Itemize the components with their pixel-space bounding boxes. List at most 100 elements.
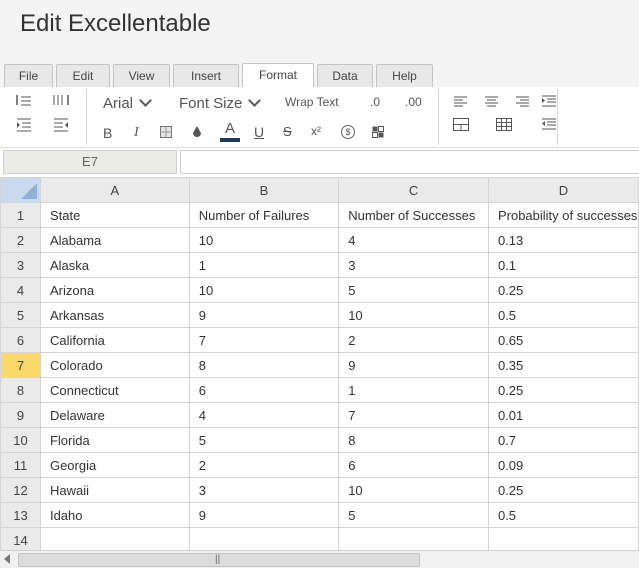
font-size-select[interactable]: Font Size [179,94,262,112]
tab-data[interactable]: Data [317,64,373,87]
table-cell[interactable]: 7 [338,402,489,428]
table-cell[interactable]: 0.7 [487,427,639,453]
table-cell[interactable]: Arizona [39,277,190,303]
currency-button[interactable]: $ [341,125,355,139]
table-cell[interactable]: 0.25 [487,477,639,503]
row-header[interactable]: 5 [0,302,41,328]
align-right-icon[interactable] [516,96,529,107]
row-header[interactable]: 3 [0,252,41,278]
tab-format[interactable]: Format [242,63,314,88]
indent-icon[interactable] [15,117,33,133]
insert-column-icon[interactable] [52,93,70,107]
row-header[interactable]: 10 [0,427,41,453]
row-header[interactable]: 6 [0,327,41,353]
table-grid-icon[interactable] [496,118,512,131]
formula-input[interactable] [180,150,639,174]
table-cell[interactable]: Hawaii [39,477,190,503]
table-cell[interactable] [487,527,639,550]
justify-icon[interactable] [542,95,556,107]
font-color-button[interactable]: A [219,120,241,142]
table-cell[interactable]: 0.25 [487,377,639,403]
row-header[interactable]: 11 [0,452,41,478]
table-cell[interactable]: 0.13 [487,227,639,253]
table-cell[interactable]: 6 [338,452,489,478]
table-cell[interactable]: Probability of successes [487,202,639,228]
table-cell[interactable]: 10 [338,302,489,328]
row-header[interactable]: 12 [0,477,41,503]
table-cell[interactable]: Alabama [39,227,190,253]
table-cell[interactable]: 7 [188,327,340,353]
table-cell[interactable]: Number of Successes [338,202,489,228]
table-cell[interactable]: 1 [188,252,340,278]
cell-reference-box[interactable]: E7 [3,150,177,174]
row-header[interactable]: 14 [0,527,41,550]
table-cell[interactable]: Florida [39,427,190,453]
align-center-icon[interactable] [485,96,498,107]
table-cell[interactable]: 3 [188,477,340,503]
tab-help[interactable]: Help [376,64,433,87]
table-cell[interactable]: 9 [188,302,340,328]
row-header[interactable]: 7 [0,352,41,378]
tab-file[interactable]: File [4,64,53,87]
column-header[interactable]: C [338,177,489,203]
row-header[interactable]: 13 [0,502,41,528]
table-cell[interactable] [39,527,190,550]
font-family-select[interactable]: Arial [103,94,152,112]
table-cell[interactable]: 2 [338,327,489,353]
table-cell[interactable]: 0.01 [487,402,639,428]
table-cell[interactable]: 10 [188,227,340,253]
table-cell[interactable]: Number of Failures [188,202,340,228]
table-cell[interactable]: State [39,202,190,228]
superscript-button[interactable]: x² [311,124,321,138]
table-cell[interactable]: Colorado [39,352,190,378]
table-cell[interactable]: 5 [338,277,489,303]
table-cell[interactable]: 9 [338,352,489,378]
select-all-corner[interactable] [0,177,41,203]
table-cell[interactable]: 10 [188,277,340,303]
underline-button[interactable]: U [254,124,264,140]
table-cell[interactable]: 9 [188,502,340,528]
table-cell[interactable]: 4 [338,227,489,253]
table-cell[interactable]: 0.5 [487,302,639,328]
scroll-left-icon[interactable] [4,554,10,564]
horizontal-scrollbar[interactable]: || [0,550,639,568]
table-cell[interactable]: 3 [338,252,489,278]
table-cell[interactable]: 0.1 [487,252,639,278]
table-cell[interactable]: 8 [338,427,489,453]
column-header[interactable]: B [188,177,340,203]
decrease-decimal-button[interactable]: .0 [370,95,380,109]
borders-icon[interactable] [160,126,172,138]
table-cell[interactable]: 2 [188,452,340,478]
italic-button[interactable]: I [134,125,139,141]
table-cell[interactable]: Arkansas [39,302,190,328]
table-cell[interactable]: 6 [188,377,340,403]
increase-decimal-button[interactable]: .00 [405,95,422,109]
tab-view[interactable]: View [113,64,170,87]
insert-row-icon[interactable] [15,93,33,107]
strikethrough-button[interactable]: S [283,124,292,139]
table-cell[interactable]: 4 [188,402,340,428]
outdent-text-icon[interactable] [542,118,556,130]
table-cell[interactable]: 8 [188,352,340,378]
table-cell[interactable]: 0.25 [487,277,639,303]
table-cell[interactable]: 10 [338,477,489,503]
table-cell[interactable]: Connecticut [39,377,190,403]
table-cell[interactable]: Georgia [39,452,190,478]
fill-color-icon[interactable] [191,125,203,139]
row-header[interactable]: 9 [0,402,41,428]
row-header[interactable]: 2 [0,227,41,253]
table-cell[interactable] [188,527,340,550]
tab-insert[interactable]: Insert [173,64,239,87]
table-cell[interactable]: 0.65 [487,327,639,353]
table-cell[interactable]: Idaho [39,502,190,528]
row-header[interactable]: 1 [0,202,41,228]
outdent-icon[interactable] [52,117,70,133]
wrap-text-button[interactable]: Wrap Text [285,95,339,109]
table-cell[interactable]: 1 [338,377,489,403]
table-cell[interactable]: California [39,327,190,353]
table-cell[interactable]: 0.09 [487,452,639,478]
table-cell[interactable]: 0.5 [487,502,639,528]
merge-cells-icon[interactable] [453,118,469,131]
table-cell[interactable]: 0.35 [487,352,639,378]
column-header[interactable]: A [39,177,190,203]
